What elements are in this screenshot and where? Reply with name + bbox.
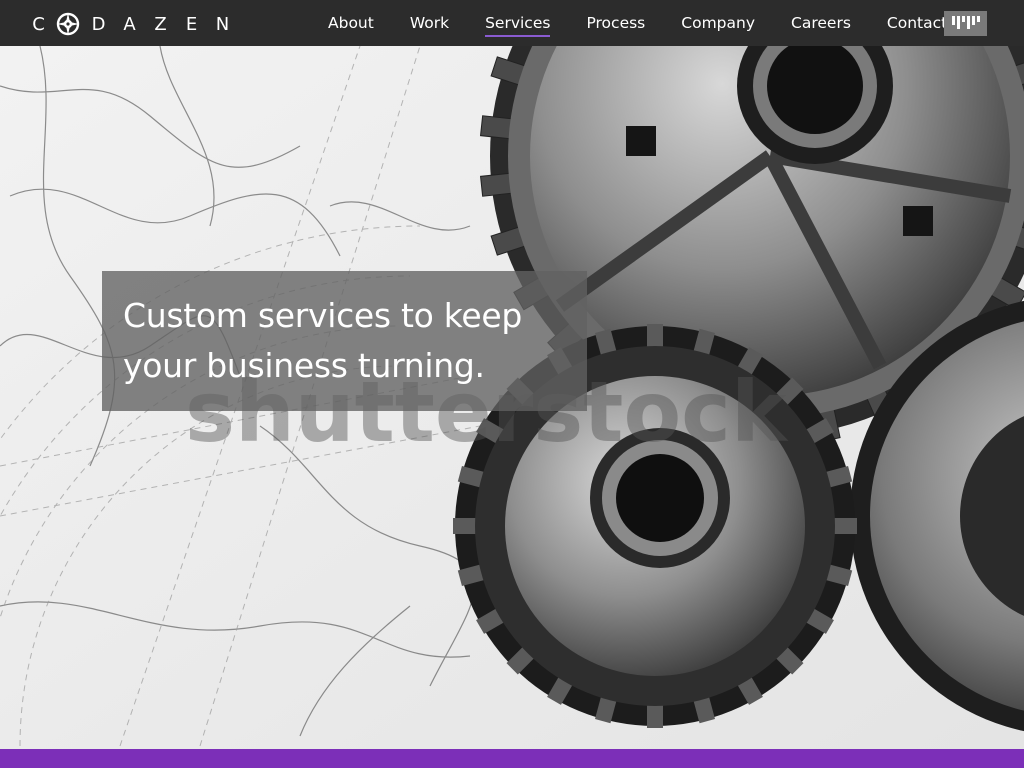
nav-link-company[interactable]: Company bbox=[671, 0, 765, 46]
top-navigation-bar: C D A Z E N About Work Services Process … bbox=[0, 0, 1024, 46]
logo-letter: D bbox=[91, 13, 106, 35]
nav-link-services[interactable]: Services bbox=[475, 0, 560, 46]
hero-headline-line: Custom services to keep bbox=[123, 296, 523, 335]
logo-letter: C bbox=[32, 13, 45, 35]
active-nav-underline bbox=[485, 35, 551, 37]
compass-o-icon bbox=[56, 12, 80, 36]
bars-menu-icon bbox=[952, 16, 980, 29]
nav-link-work[interactable]: Work bbox=[400, 0, 459, 46]
nav-link-about[interactable]: About bbox=[318, 0, 384, 46]
hero-section: shutterstock Custom services to keep you… bbox=[0, 46, 1024, 749]
logo-letter: A bbox=[123, 13, 136, 35]
page: C D A Z E N About Work Services Process … bbox=[0, 0, 1024, 768]
menu-button[interactable] bbox=[944, 11, 987, 36]
logo-letter: Z bbox=[154, 13, 167, 35]
main-nav: About Work Services Process Company Care… bbox=[318, 0, 973, 46]
bottom-accent-bar bbox=[0, 749, 1024, 768]
nav-link-label: Services bbox=[485, 14, 551, 32]
logo-letter: E bbox=[185, 13, 198, 35]
hero-headline-box: Custom services to keep your business tu… bbox=[102, 271, 587, 411]
logo-letter: N bbox=[215, 13, 230, 35]
nav-link-careers[interactable]: Careers bbox=[781, 0, 861, 46]
brand-logo[interactable]: C D A Z E N bbox=[30, 11, 245, 37]
nav-link-process[interactable]: Process bbox=[576, 0, 655, 46]
hero-headline-line: your business turning. bbox=[123, 346, 485, 385]
